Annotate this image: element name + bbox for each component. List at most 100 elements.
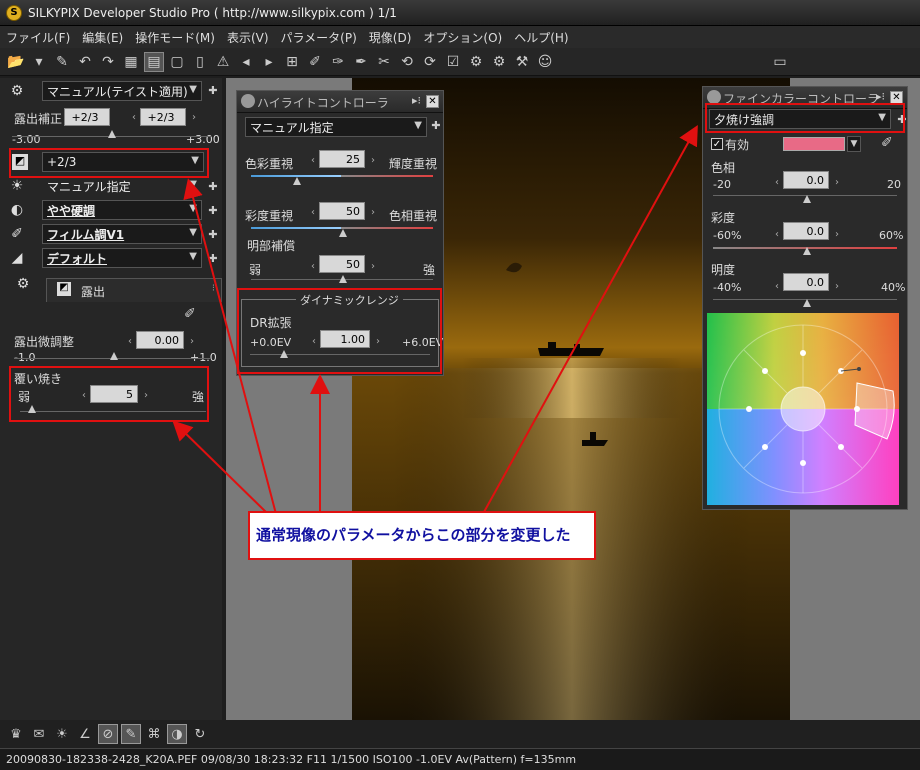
open-folder-icon[interactable]: 📂 <box>6 52 26 72</box>
spin-left-icon[interactable]: ‹ <box>311 261 315 272</box>
sharpness-add-button[interactable]: ✚ <box>208 253 218 264</box>
sharpness-dropdown[interactable]: デフォルト ▼ <box>42 248 202 268</box>
chevron-down-icon[interactable]: ▼ <box>847 136 861 152</box>
redo-icon[interactable]: ↷ <box>98 52 118 72</box>
saturation-input[interactable]: 0.0 <box>783 222 829 240</box>
fine-color-controller-header[interactable]: ファインカラーコントローラ ▸⁝ ✕ <box>703 87 907 109</box>
checkbox-icon[interactable]: ☑ <box>443 52 463 72</box>
spin-right-icon[interactable]: › <box>371 261 375 272</box>
crown-icon[interactable]: ♛ <box>6 724 26 744</box>
crop-icon[interactable]: ⊞ <box>282 52 302 72</box>
spin-left-icon[interactable]: ‹ <box>311 207 315 218</box>
transform-icon[interactable]: ⌘ <box>144 724 164 744</box>
undo-icon[interactable]: ↶ <box>75 52 95 72</box>
grid-view-icon[interactable]: ▦ <box>121 52 141 72</box>
close-icon[interactable]: ✕ <box>426 95 439 108</box>
rotate-left-icon[interactable]: ⟲ <box>397 52 417 72</box>
noise-icon[interactable]: ⊘ <box>98 724 118 744</box>
fine-color-preset-dropdown[interactable]: 夕焼け強調 ▼ <box>709 109 891 129</box>
color-wheel[interactable] <box>707 313 899 505</box>
scissors-icon[interactable]: ✂ <box>374 52 394 72</box>
close-icon[interactable]: ✕ <box>890 91 903 104</box>
wb-add-button[interactable]: ✚ <box>208 181 218 192</box>
hue-input[interactable]: 0.0 <box>783 171 829 189</box>
exposure-tab[interactable]: ◩ 露出 ⁝ <box>46 278 222 302</box>
taste-dropdown[interactable]: マニュアル(テイスト適用) ▼ <box>42 81 202 101</box>
dropper-icon[interactable]: ✐ <box>305 52 325 72</box>
highlight-mode-dropdown[interactable]: マニュアル指定 ▼ <box>245 117 427 137</box>
brightness-slider[interactable] <box>713 299 897 300</box>
monitor-icon[interactable]: ▭ <box>770 52 790 72</box>
highlight-controller-header[interactable]: ハイライトコントローラ ▸⁝ ✕ <box>237 91 443 113</box>
dodge-slider[interactable] <box>20 411 206 412</box>
lens-icon[interactable]: ✎ <box>121 724 141 744</box>
spin-right-icon[interactable]: › <box>144 390 148 401</box>
curve-icon[interactable]: ∠ <box>75 724 95 744</box>
spin-left-icon[interactable]: ‹ <box>775 281 779 292</box>
hue-slider[interactable] <box>713 195 897 196</box>
target-color-swatch[interactable] <box>783 137 845 151</box>
brightness-thumb[interactable] <box>803 299 811 307</box>
dodge-input[interactable]: 5 <box>90 385 138 403</box>
saturation-priority-input[interactable]: 50 <box>319 202 365 220</box>
next-icon[interactable]: ▸ <box>259 52 279 72</box>
fine-exposure-thumb[interactable] <box>110 352 118 360</box>
preview-view-icon[interactable]: ▤ <box>144 51 164 72</box>
spin-left-icon[interactable]: ‹ <box>132 112 136 123</box>
exposure-input[interactable]: +2/3 <box>140 108 186 126</box>
dropper-icon[interactable]: ✐ <box>184 306 196 322</box>
color-add-button[interactable]: ✚ <box>208 229 218 240</box>
menu-edit[interactable]: 編集(E) <box>82 29 123 46</box>
brush-icon[interactable]: ✎ <box>52 52 72 72</box>
spin-left-icon[interactable]: ‹ <box>775 229 779 240</box>
fine-exposure-input[interactable]: 0.00 <box>136 331 184 349</box>
menu-mode[interactable]: 操作モード(M) <box>135 29 215 46</box>
spin-left-icon[interactable]: ‹ <box>775 177 779 188</box>
spin-left-icon[interactable]: ‹ <box>312 336 316 347</box>
spin-right-icon[interactable]: › <box>371 155 375 166</box>
menu-parameter[interactable]: パラメータ(P) <box>281 29 357 46</box>
pen-icon[interactable]: ✒ <box>351 52 371 72</box>
color-dropdown[interactable]: フィルム調V1 ▼ <box>42 224 202 244</box>
spin-left-icon[interactable]: ‹ <box>311 155 315 166</box>
prev-icon[interactable]: ◂ <box>236 52 256 72</box>
spin-right-icon[interactable]: › <box>835 177 839 188</box>
fine-color-add-button[interactable]: ✚ <box>897 114 907 125</box>
dodge-thumb[interactable] <box>28 405 36 413</box>
contrast-add-button[interactable]: ✚ <box>208 205 218 216</box>
spin-right-icon[interactable]: › <box>835 229 839 240</box>
saturation-slider[interactable] <box>713 247 897 249</box>
spin-left-icon[interactable]: ‹ <box>82 390 86 401</box>
wb-dropdown[interactable]: マニュアル指定 ▼ <box>42 176 202 196</box>
enabled-checkbox[interactable]: ✓ <box>711 138 723 150</box>
panel-menu-icon[interactable]: ▸⁝ <box>412 94 421 107</box>
color-priority-slider-right[interactable] <box>341 175 433 177</box>
spin-right-icon[interactable]: › <box>190 336 194 347</box>
taste-add-button[interactable]: ✚ <box>208 85 218 96</box>
exposure-slider-thumb[interactable] <box>108 130 116 138</box>
rotate-right-icon[interactable]: ⟳ <box>420 52 440 72</box>
tab-menu-icon[interactable]: ⁝ <box>212 283 215 294</box>
saturation-priority-slider-left[interactable] <box>251 227 341 229</box>
spin-right-icon[interactable]: › <box>835 281 839 292</box>
brightness-comp-input[interactable]: 50 <box>319 255 365 273</box>
hue-thumb[interactable] <box>803 195 811 203</box>
wb-dropper-icon[interactable]: ✑ <box>328 52 348 72</box>
color-priority-input[interactable]: 25 <box>319 150 365 168</box>
panel-menu-icon[interactable]: ▸⁝ <box>876 90 885 103</box>
menu-help[interactable]: ヘルプ(H) <box>514 29 568 46</box>
sun-icon[interactable]: ☀ <box>52 724 72 744</box>
compare-view-icon[interactable]: ▯ <box>190 52 210 72</box>
saturation-priority-thumb[interactable] <box>339 229 347 237</box>
spin-right-icon[interactable]: › <box>376 336 380 347</box>
contrast-dropdown[interactable]: やや硬調 ▼ <box>42 200 202 220</box>
menu-develop[interactable]: 現像(D) <box>369 29 412 46</box>
warning-icon[interactable]: ⚠ <box>213 52 233 72</box>
help-logo-icon[interactable]: ☺ <box>535 52 555 72</box>
color-priority-slider-left[interactable] <box>251 175 341 177</box>
menu-file[interactable]: ファイル(F) <box>6 29 70 46</box>
color-priority-thumb[interactable] <box>293 177 301 185</box>
brightness-input[interactable]: 0.0 <box>783 273 829 291</box>
menu-options[interactable]: オプション(O) <box>423 29 502 46</box>
highlight-icon[interactable]: ◑ <box>167 724 187 744</box>
